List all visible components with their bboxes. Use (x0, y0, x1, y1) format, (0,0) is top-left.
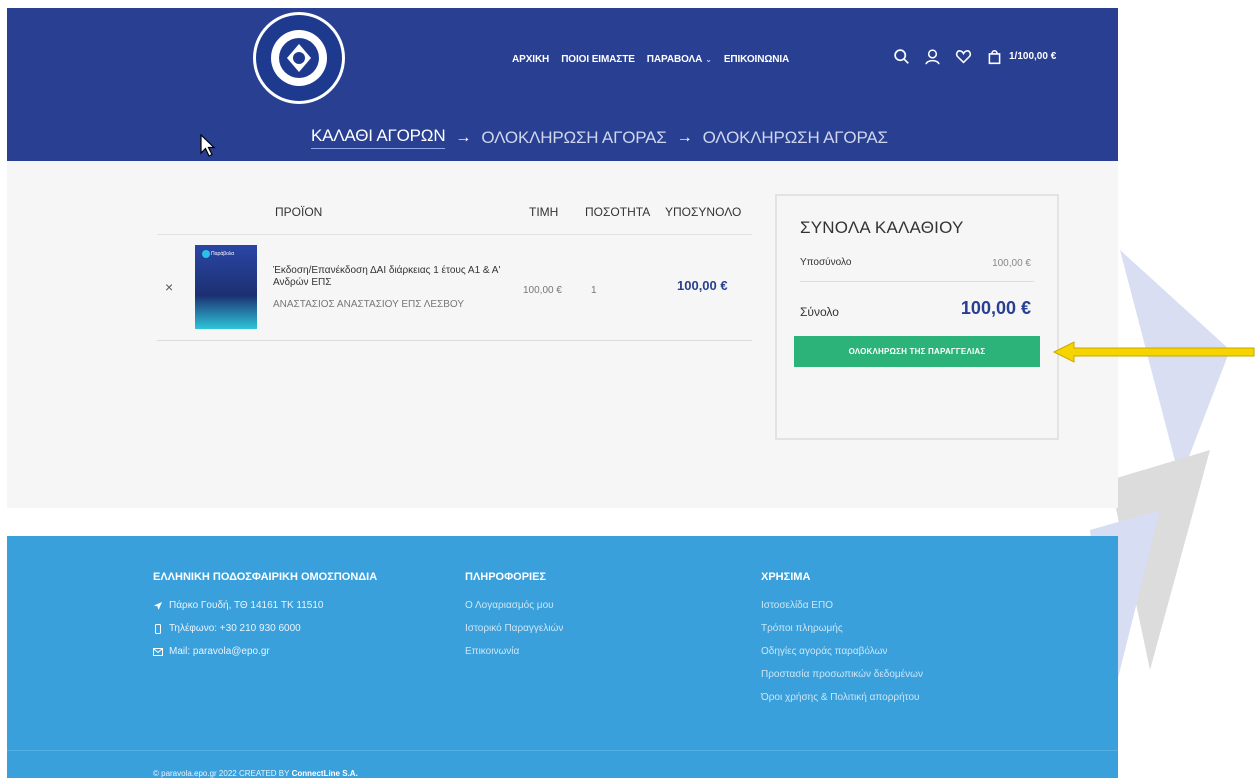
footer-mail-text[interactable]: Mail: paravola@epo.gr (169, 646, 270, 657)
nav-item-about[interactable]: ΠΟΙΟΙ ΕΙΜΑΣΤΕ (561, 54, 635, 65)
nav-item-paravola[interactable]: ΠΑΡΑΒΟΛΑ ⌄ (647, 54, 712, 65)
totals-title: ΣΥΝΟΛΑ ΚΑΛΑΘΙΟΥ (800, 218, 964, 237)
product-name-link[interactable]: Έκδοση/Επανέκδοση ΔΑΙ διάρκειας 1 έτους … (273, 265, 523, 289)
subtotal-value: 100,00 € (992, 258, 1031, 269)
arrow-right-icon: → (455, 128, 472, 146)
checkout-steps: ΚΑΛΑΘΙ ΑΓΟΡΩΝ → ΟΛΟΚΛΗΡΩΣΗ ΑΓΟΡΑΣ → ΟΛΟΚ… (311, 126, 888, 149)
total-value: 100,00 € (960, 298, 1031, 318)
thumbnail-label: Παράβολα (211, 251, 235, 257)
step-complete[interactable]: ΟΛΟΚΛΗΡΩΣΗ ΑΓΟΡΑΣ (703, 128, 888, 148)
footer-title-epo: ΕΛΛΗΝΙΚΗ ΠΟΔΟΣΦΑΙΡΙΚΗ ΟΜΟΣΠΟΝΔΙΑ (153, 571, 378, 583)
nav-item-paravola-label: ΠΑΡΑΒΟΛΑ (646, 54, 703, 65)
cart-summary[interactable]: 1/100,00 € (986, 48, 1056, 65)
footer-title-useful: ΧΡΗΣΙΜΑ (761, 571, 811, 583)
footer-phone: Τηλέφωνο: +30 210 930 6000 (153, 623, 377, 646)
footer-phone-text: Τηλέφωνο: +30 210 930 6000 (169, 623, 301, 634)
checkout-button[interactable]: ΟΛΟΚΛΗΡΩΣΗ ΤΗΣ ΠΑΡΑΓΓΕΛΙΑΣ (794, 336, 1040, 367)
cart-totals: ΣΥΝΟΛΑ ΚΑΛΑΘΙΟΥ Υποσύνολο 100,00 € Σύνολ… (775, 194, 1059, 440)
footer-link-terms[interactable]: Όροι χρήσης & Πολιτική απορρήτου (761, 692, 923, 715)
product-thumbnail[interactable]: Παράβολα (195, 245, 257, 329)
annotation-arrow-icon (1052, 341, 1255, 363)
col-product: ΠΡΟΪΟΝ (275, 205, 323, 219)
cart-row: × Παράβολα Έκδοση/Επανέκδοση ΔΑΙ διάρκει… (157, 235, 752, 341)
footer-link-epo-site[interactable]: Ιστοσελίδα ΕΠΟ (761, 600, 923, 623)
copyright-prefix: © paravola.epo.gr 2022 CREATED BY (153, 769, 292, 778)
epo-logo[interactable] (249, 8, 349, 108)
remove-item-icon[interactable]: × (165, 279, 173, 295)
product-price: 100,00 € (523, 285, 562, 296)
main-nav: ΑΡΧΙΚΗ ΠΟΙΟΙ ΕΙΜΑΣΤΕ ΠΑΡΑΒΟΛΑ ⌄ ΕΠΙΚΟΙΝΩΝ… (512, 54, 789, 65)
footer-title-info: ΠΛΗΡΟΦΟΡΙΕΣ (465, 571, 547, 583)
nav-item-home[interactable]: ΑΡΧΙΚΗ (512, 54, 549, 65)
mail-icon (153, 648, 163, 656)
user-icon[interactable] (924, 48, 941, 65)
footer-link-contact[interactable]: Επικοινωνία (465, 646, 563, 669)
footer-col-info: ΠΛΗΡΟΦΟΡΙΕΣ Ο Λογαριασμός μου Ιστορικό Π… (465, 571, 563, 669)
cart-page: ΠΡΟΪΟΝ ΤΙΜΗ ΠΟΣΟΤΗΤΑ ΥΠΟΣΥΝΟΛΟ × Παράβολ… (7, 161, 1118, 508)
total-label: Σύνολο (800, 305, 839, 319)
product-quantity: 1 (591, 285, 597, 296)
footer-link-payment[interactable]: Τρόποι πληρωμής (761, 623, 923, 646)
product-subtotal: 100,00 € (677, 278, 728, 293)
product-meta: ΑΝΑΣΤΑΣΙΟΣ ΑΝΑΣΤΑΣΙΟΥ ΕΠΣ ΛΕΣΒΟΥ (273, 299, 465, 310)
site-footer: ΕΛΛΗΝΙΚΗ ΠΟΔΟΣΦΑΙΡΙΚΗ ΟΜΟΣΠΟΝΔΙΑ Πάρκο Γ… (7, 536, 1118, 778)
totals-divider (800, 281, 1034, 282)
heart-icon[interactable] (955, 48, 972, 65)
step-checkout[interactable]: ΟΛΟΚΛΗΡΩΣΗ ΑΓΟΡΑΣ (481, 128, 666, 148)
nav-item-contact[interactable]: ΕΠΙΚΟΙΝΩΝΙΑ (724, 54, 789, 65)
col-subtotal: ΥΠΟΣΥΝΟΛΟ (665, 205, 742, 219)
cart-table: ΠΡΟΪΟΝ ΤΙΜΗ ΠΟΣΟΤΗΤΑ ΥΠΟΣΥΝΟΛΟ × Παράβολ… (157, 195, 752, 341)
step-cart[interactable]: ΚΑΛΑΘΙ ΑΓΟΡΩΝ (311, 126, 446, 149)
arrow-right-icon: → (676, 128, 693, 146)
footer-link-orders[interactable]: Ιστορικό Παραγγελιών (465, 623, 563, 646)
location-arrow-icon (154, 602, 162, 610)
subtotal-label: Υποσύνολο (800, 257, 852, 268)
cart-table-header: ΠΡΟΪΟΝ ΤΙΜΗ ΠΟΣΟΤΗΤΑ ΥΠΟΣΥΝΟΛΟ (157, 195, 752, 235)
footer-link-privacy[interactable]: Προστασία προσωπικών δεδομένων (761, 669, 923, 692)
footer-link-account[interactable]: Ο Λογαριασμός μου (465, 600, 563, 623)
mouse-cursor-icon (200, 134, 216, 157)
copyright-company[interactable]: ConnectLine S.A. (292, 769, 358, 778)
footer-col-contact: ΕΛΛΗΝΙΚΗ ΠΟΔΟΣΦΑΙΡΙΚΗ ΟΜΟΣΠΟΝΔΙΑ Πάρκο Γ… (153, 571, 377, 669)
col-price: ΤΙΜΗ (529, 205, 559, 219)
footer-mail: Mail: paravola@epo.gr (153, 646, 377, 669)
bag-icon (988, 50, 1001, 65)
copyright: © paravola.epo.gr 2022 CREATED BY Connec… (153, 769, 358, 778)
paravola-logo-icon (202, 250, 210, 258)
cart-summary-text: 1/100,00 € (1009, 51, 1057, 62)
footer-divider (7, 750, 1118, 751)
header-tools: 1/100,00 € (893, 48, 1056, 65)
phone-icon (155, 624, 161, 634)
site-header: ΑΡΧΙΚΗ ΠΟΙΟΙ ΕΙΜΑΣΤΕ ΠΑΡΑΒΟΛΑ ⌄ ΕΠΙΚΟΙΝΩΝ… (7, 8, 1118, 161)
footer-address-text: Πάρκο Γουδή, ΤΘ 14161 ΤΚ 11510 (169, 600, 324, 611)
chevron-down-icon: ⌄ (705, 55, 712, 64)
footer-col-useful: ΧΡΗΣΙΜΑ Ιστοσελίδα ΕΠΟ Τρόποι πληρωμής Ο… (761, 571, 923, 715)
footer-address: Πάρκο Γουδή, ΤΘ 14161 ΤΚ 11510 (153, 600, 377, 623)
footer-link-guide[interactable]: Οδηγίες αγοράς παραβόλων (761, 646, 923, 669)
col-quantity: ΠΟΣΟΤΗΤΑ (585, 205, 651, 219)
search-icon[interactable] (893, 48, 910, 65)
